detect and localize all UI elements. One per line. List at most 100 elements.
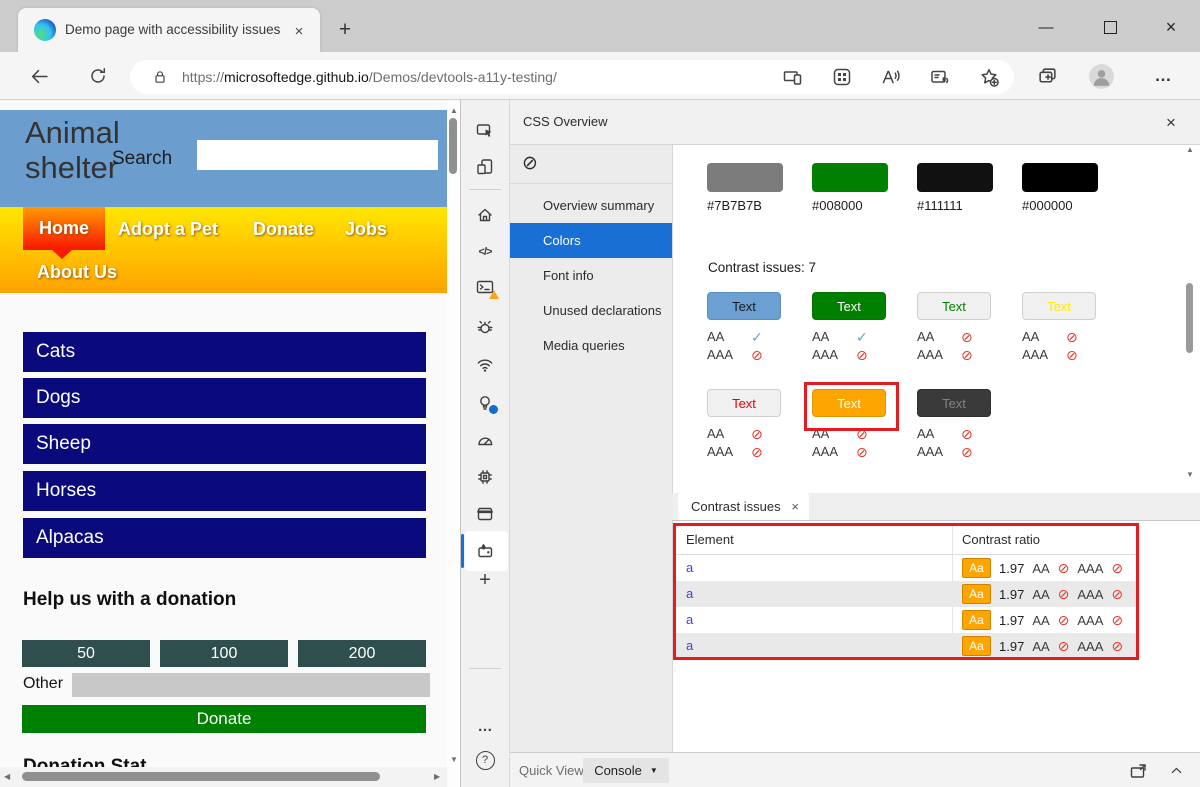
- restore-panel-button[interactable]: [1129, 761, 1148, 780]
- scroll-left-arrow[interactable]: ◀: [4, 773, 10, 781]
- device-emulation-icon: [476, 158, 494, 176]
- window-close-button[interactable]: ×: [1156, 13, 1186, 41]
- devtools-content-scrollbar[interactable]: ▲ ▼: [1183, 146, 1197, 486]
- immersive-reader-button[interactable]: [927, 64, 953, 90]
- column-contrast-ratio: Contrast ratio: [962, 532, 1040, 547]
- new-tab-button[interactable]: +: [332, 17, 358, 43]
- sidebar-item-font-info[interactable]: Font info: [510, 258, 672, 293]
- profile-avatar[interactable]: [1089, 64, 1114, 89]
- nav-item-home[interactable]: Home: [23, 207, 105, 250]
- refresh-button[interactable]: [83, 61, 113, 91]
- console-tool-button[interactable]: [475, 277, 495, 297]
- read-aloud-button[interactable]: [878, 64, 904, 90]
- sidebar-item-unused-declarations[interactable]: Unused declarations: [510, 293, 672, 328]
- sidebar-item-media-queries[interactable]: Media queries: [510, 328, 672, 363]
- more-tools-button[interactable]: +: [475, 570, 495, 590]
- plus-icon: +: [479, 569, 491, 592]
- table-row[interactable]: a Aa 1.97 AA ⊘ AAA ⊘: [676, 607, 1136, 633]
- device-preview-button[interactable]: [780, 64, 806, 90]
- page-horizontal-scrollbar[interactable]: ◀ ▶: [0, 767, 447, 787]
- color-swatch[interactable]: [917, 163, 993, 192]
- donate-button[interactable]: Donate: [22, 705, 426, 733]
- scroll-down-arrow[interactable]: ▼: [450, 756, 458, 764]
- avatar-icon: [1089, 64, 1114, 89]
- color-swatch[interactable]: [707, 163, 783, 192]
- search-input[interactable]: [197, 140, 438, 170]
- page-vertical-scrollbar[interactable]: ▲ ▼: [447, 100, 460, 787]
- animal-button-horses[interactable]: Horses: [23, 471, 426, 511]
- network-tool-button[interactable]: [475, 355, 495, 375]
- element-link[interactable]: a: [686, 638, 693, 653]
- performance-tool-button[interactable]: [475, 430, 495, 450]
- inspect-tool-button[interactable]: [475, 121, 495, 141]
- contrast-sample: Text AA⊘ AAA⊘: [1022, 292, 1096, 365]
- panel-close-button[interactable]: ×: [1160, 112, 1182, 134]
- element-link[interactable]: a: [686, 586, 693, 601]
- lock-icon[interactable]: [152, 69, 168, 85]
- memory-chip-icon: [476, 468, 494, 486]
- window-maximize-button[interactable]: [1095, 13, 1125, 41]
- quick-view-dropdown[interactable]: Console ▼: [583, 758, 669, 783]
- element-link[interactable]: a: [686, 612, 693, 627]
- bug-icon: [476, 318, 494, 336]
- element-link[interactable]: a: [686, 560, 693, 575]
- devices-icon: [783, 67, 803, 87]
- elements-tool-button[interactable]: </>: [475, 242, 495, 262]
- table-row[interactable]: a Aa 1.97 AA ⊘ AAA ⊘: [676, 581, 1136, 607]
- vertical-scroll-thumb[interactable]: [1186, 283, 1193, 353]
- browser-tab[interactable]: Demo page with accessibility issues ×: [18, 8, 320, 52]
- welcome-tool-button[interactable]: [475, 205, 495, 225]
- tab-close-icon[interactable]: ×: [288, 20, 310, 42]
- nav-item-about-us[interactable]: About Us: [37, 262, 117, 283]
- other-amount-input[interactable]: [72, 673, 430, 697]
- activity-overflow-button[interactable]: …: [475, 716, 495, 736]
- amount-button-50[interactable]: 50: [22, 640, 150, 667]
- memory-tool-button[interactable]: [475, 467, 495, 487]
- sidebar-item-overview-summary[interactable]: Overview summary: [510, 188, 672, 223]
- scroll-right-arrow[interactable]: ▶: [434, 773, 440, 781]
- tab-contrast-issues[interactable]: Contrast issues ×: [678, 493, 809, 520]
- animal-button-alpacas[interactable]: Alpacas: [23, 518, 426, 558]
- expand-quickview-button[interactable]: [1169, 763, 1184, 778]
- collections-button[interactable]: [1032, 61, 1062, 91]
- back-button[interactable]: [24, 61, 54, 91]
- sources-tool-button[interactable]: [475, 317, 495, 337]
- color-swatch[interactable]: [812, 163, 888, 192]
- css-overview-tool-button[interactable]: [475, 541, 495, 561]
- vertical-scroll-thumb[interactable]: [449, 118, 457, 174]
- browser-menu-button[interactable]: …: [1149, 62, 1177, 90]
- animal-button-dogs[interactable]: Dogs: [23, 378, 426, 418]
- aaa-status-icon: ⊘: [856, 347, 868, 364]
- clear-overview-icon[interactable]: ⊘: [522, 152, 538, 175]
- amount-button-100[interactable]: 100: [160, 640, 288, 667]
- tab-close-icon[interactable]: ×: [791, 499, 799, 514]
- add-favorite-button[interactable]: [976, 64, 1002, 90]
- horizontal-scroll-thumb[interactable]: [22, 772, 380, 781]
- address-bar[interactable]: https://microsoftedge.github.io/Demos/de…: [130, 60, 1014, 94]
- nav-item-adopt[interactable]: Adopt a Pet: [118, 219, 218, 240]
- amount-button-200[interactable]: 200: [298, 640, 426, 667]
- nav-item-jobs[interactable]: Jobs: [345, 219, 387, 240]
- nav-item-donate[interactable]: Donate: [253, 219, 314, 240]
- dock-restore-icon: [1129, 761, 1148, 780]
- color-swatch[interactable]: [1022, 163, 1098, 192]
- ratio-value: 1.97: [999, 587, 1024, 602]
- divider: [469, 668, 501, 669]
- device-emulation-button[interactable]: [475, 157, 495, 177]
- application-tool-button[interactable]: [475, 504, 495, 524]
- animal-button-sheep[interactable]: Sheep: [23, 424, 426, 464]
- sidebar-item-colors[interactable]: Colors: [510, 223, 672, 258]
- scroll-up-arrow[interactable]: ▲: [450, 107, 458, 115]
- issues-tool-button[interactable]: [475, 393, 495, 413]
- apps-button[interactable]: [829, 64, 855, 90]
- scroll-up-arrow[interactable]: ▲: [1186, 146, 1194, 154]
- table-row[interactable]: a Aa 1.97 AA ⊘ AAA ⊘: [676, 633, 1136, 659]
- contrast-sample-swatch: Text: [917, 389, 991, 417]
- animal-button-cats[interactable]: Cats: [23, 332, 426, 372]
- table-row[interactable]: a Aa 1.97 AA ⊘ AAA ⊘: [676, 555, 1136, 581]
- apps-grid-icon: [832, 67, 852, 87]
- help-button[interactable]: ?: [475, 750, 495, 770]
- scroll-down-arrow[interactable]: ▼: [1186, 471, 1194, 479]
- window-minimize-button[interactable]: —: [1031, 13, 1061, 41]
- contrast-sample: Text AA⊘ AAA⊘: [917, 389, 991, 462]
